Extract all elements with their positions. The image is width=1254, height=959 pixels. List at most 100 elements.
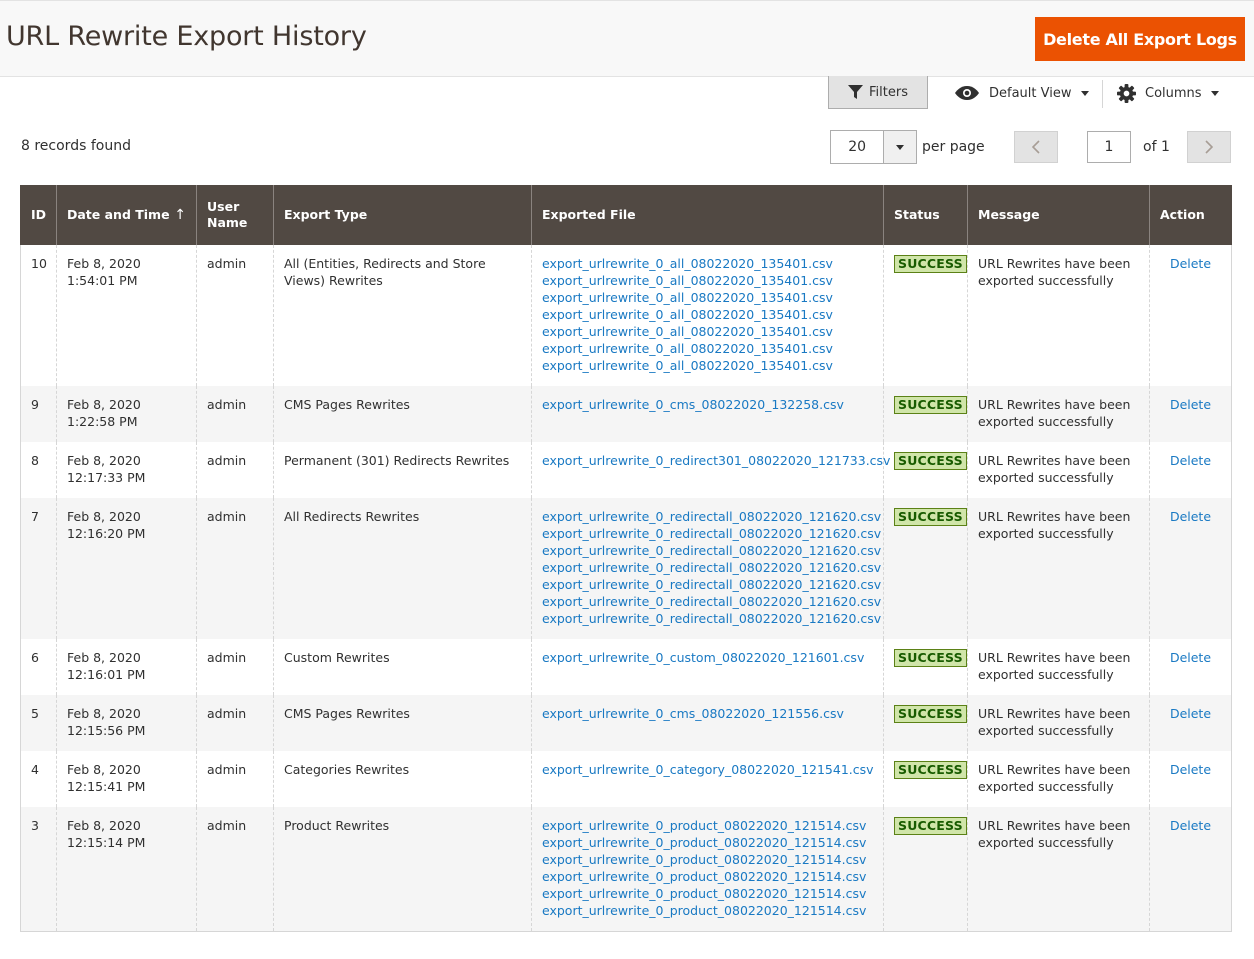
delete-row-link[interactable]: Delete xyxy=(1160,705,1221,722)
status-badge: SUCCESS xyxy=(894,649,967,667)
exported-file-link[interactable]: export_urlrewrite_0_product_08022020_121… xyxy=(542,817,873,834)
table-row: 3 Feb 8, 2020 12:15:14 PM admin Product Rew… xyxy=(20,807,1232,932)
chevron-right-icon xyxy=(1205,140,1213,154)
column-header-date[interactable]: Date and Time ↑ xyxy=(56,185,197,245)
next-page-button[interactable] xyxy=(1187,131,1231,163)
sort-arrow-icon: ↑ xyxy=(174,207,186,223)
status-badge: SUCCESS xyxy=(894,452,967,470)
exported-file-link[interactable]: export_urlrewrite_0_product_08022020_121… xyxy=(542,834,873,851)
exported-file-link[interactable]: export_urlrewrite_0_all_08022020_135401.… xyxy=(542,323,873,340)
exported-file-link[interactable]: export_urlrewrite_0_cms_08022020_121556.… xyxy=(542,705,873,722)
delete-row-link[interactable]: Delete xyxy=(1160,255,1221,272)
cell-type: Product Rewrites xyxy=(273,807,532,932)
status-badge: SUCCESS xyxy=(894,705,967,723)
cell-user: admin xyxy=(196,386,274,442)
exported-file-link[interactable]: export_urlrewrite_0_all_08022020_135401.… xyxy=(542,357,873,374)
per-page-select[interactable]: 20 xyxy=(830,130,917,164)
filters-label: Filters xyxy=(869,84,908,100)
status-badge: SUCCESS xyxy=(894,255,967,273)
exported-file-link[interactable]: export_urlrewrite_0_redirectall_08022020… xyxy=(542,610,881,627)
filters-button[interactable]: Filters xyxy=(828,76,928,109)
cell-status: SUCCESS xyxy=(883,751,968,807)
column-header-file[interactable]: Exported File xyxy=(531,185,884,245)
cell-id: 6 xyxy=(20,639,57,695)
cell-id: 10 xyxy=(20,245,57,386)
cell-action: Delete xyxy=(1149,807,1232,932)
cell-user: admin xyxy=(196,442,274,498)
cell-status: SUCCESS xyxy=(883,245,968,386)
column-header-user[interactable]: User Name xyxy=(196,185,274,245)
exported-file-link[interactable]: export_urlrewrite_0_product_08022020_121… xyxy=(542,902,873,919)
cell-message: URL Rewrites have been exported successf… xyxy=(967,639,1150,695)
column-header-date-label: Date and Time xyxy=(67,207,170,222)
exported-file-link[interactable]: export_urlrewrite_0_product_08022020_121… xyxy=(542,868,873,885)
delete-row-link[interactable]: Delete xyxy=(1160,508,1221,525)
column-header-type[interactable]: Export Type xyxy=(273,185,532,245)
exported-file-link[interactable]: export_urlrewrite_0_all_08022020_135401.… xyxy=(542,289,873,306)
exported-file-link[interactable]: export_urlrewrite_0_redirectall_08022020… xyxy=(542,542,881,559)
per-page-toggle[interactable] xyxy=(883,131,916,163)
cell-message: URL Rewrites have been exported successf… xyxy=(967,442,1150,498)
per-page-value[interactable]: 20 xyxy=(831,131,883,163)
cell-files: export_urlrewrite_0_category_08022020_12… xyxy=(531,751,884,807)
cell-date: Feb 8, 2020 1:54:01 PM xyxy=(56,245,197,386)
exported-file-link[interactable]: export_urlrewrite_0_redirect301_08022020… xyxy=(542,452,890,469)
cell-id: 7 xyxy=(20,498,57,639)
table-row: 8 Feb 8, 2020 12:17:33 PM admin Permanent (… xyxy=(20,442,1232,498)
cell-status: SUCCESS xyxy=(883,386,968,442)
delete-row-link[interactable]: Delete xyxy=(1160,649,1221,666)
exported-file-link[interactable]: export_urlrewrite_0_all_08022020_135401.… xyxy=(542,340,873,357)
cell-date: Feb 8, 2020 12:15:56 PM xyxy=(56,695,197,751)
status-badge: SUCCESS xyxy=(894,508,967,526)
delete-row-link[interactable]: Delete xyxy=(1160,396,1221,413)
delete-row-link[interactable]: Delete xyxy=(1160,817,1221,834)
delete-row-link[interactable]: Delete xyxy=(1160,452,1221,469)
eye-icon xyxy=(955,86,979,100)
exported-file-link[interactable]: export_urlrewrite_0_redirectall_08022020… xyxy=(542,559,881,576)
cell-type: Categories Rewrites xyxy=(273,751,532,807)
cell-action: Delete xyxy=(1149,639,1232,695)
default-view-label: Default View xyxy=(989,85,1072,101)
exported-file-link[interactable]: export_urlrewrite_0_product_08022020_121… xyxy=(542,885,873,902)
exported-file-link[interactable]: export_urlrewrite_0_product_08022020_121… xyxy=(542,851,873,868)
columns-label: Columns xyxy=(1145,85,1202,101)
status-badge: SUCCESS xyxy=(894,396,967,414)
cell-files: export_urlrewrite_0_cms_08022020_121556.… xyxy=(531,695,884,751)
cell-user: admin xyxy=(196,245,274,386)
delete-row-link[interactable]: Delete xyxy=(1160,761,1221,778)
gear-icon xyxy=(1117,83,1136,103)
exported-file-link[interactable]: export_urlrewrite_0_redirectall_08022020… xyxy=(542,593,881,610)
cell-files: export_urlrewrite_0_custom_08022020_1216… xyxy=(531,639,884,695)
cell-action: Delete xyxy=(1149,386,1232,442)
cell-status: SUCCESS xyxy=(883,498,968,639)
page-header: URL Rewrite Export History Delete All Ex… xyxy=(0,0,1254,77)
cell-id: 4 xyxy=(20,751,57,807)
column-header-status[interactable]: Status xyxy=(883,185,968,245)
chevron-down-icon xyxy=(1081,90,1090,96)
cell-type: Custom Rewrites xyxy=(273,639,532,695)
cell-action: Delete xyxy=(1149,245,1232,386)
previous-page-button[interactable] xyxy=(1014,131,1058,163)
cell-files: export_urlrewrite_0_cms_08022020_132258.… xyxy=(531,386,884,442)
default-view-dropdown[interactable]: Default View xyxy=(955,80,1090,106)
exported-file-link[interactable]: export_urlrewrite_0_custom_08022020_1216… xyxy=(542,649,873,666)
delete-all-export-logs-button[interactable]: Delete All Export Logs xyxy=(1035,17,1245,61)
exported-file-link[interactable]: export_urlrewrite_0_all_08022020_135401.… xyxy=(542,306,873,323)
exported-file-link[interactable]: export_urlrewrite_0_all_08022020_135401.… xyxy=(542,255,873,272)
cell-date: Feb 8, 2020 12:16:01 PM xyxy=(56,639,197,695)
column-header-message[interactable]: Message xyxy=(967,185,1150,245)
exported-file-link[interactable]: export_urlrewrite_0_redirectall_08022020… xyxy=(542,525,881,542)
table-row: 10 Feb 8, 2020 1:54:01 PM admin All (Entiti… xyxy=(20,245,1232,386)
table-row: 7 Feb 8, 2020 12:16:20 PM admin All Redirec… xyxy=(20,498,1232,639)
cell-message: URL Rewrites have been exported successf… xyxy=(967,245,1150,386)
records-found: 8 records found xyxy=(21,138,131,154)
exported-file-link[interactable]: export_urlrewrite_0_category_08022020_12… xyxy=(542,761,874,778)
exported-file-link[interactable]: export_urlrewrite_0_cms_08022020_132258.… xyxy=(542,396,873,413)
exported-file-link[interactable]: export_urlrewrite_0_redirectall_08022020… xyxy=(542,508,881,525)
columns-dropdown[interactable]: Columns xyxy=(1117,80,1219,106)
exported-file-link[interactable]: export_urlrewrite_0_all_08022020_135401.… xyxy=(542,272,873,289)
exported-file-link[interactable]: export_urlrewrite_0_redirectall_08022020… xyxy=(542,576,881,593)
page-number-input[interactable]: 1 xyxy=(1087,131,1131,163)
cell-action: Delete xyxy=(1149,442,1232,498)
column-header-id[interactable]: ID xyxy=(20,185,57,245)
